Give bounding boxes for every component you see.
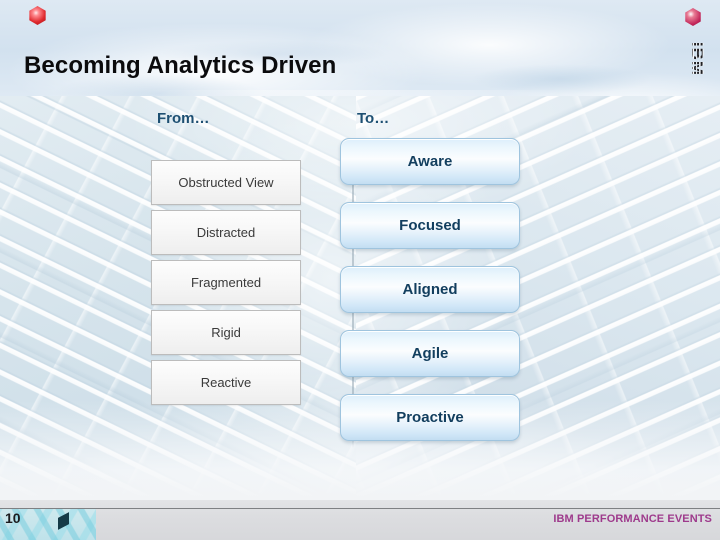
ibm-gem-icon bbox=[685, 8, 701, 26]
footer-divider bbox=[0, 508, 720, 509]
to-item-label: Aware bbox=[407, 153, 453, 170]
to-item-label: Focused bbox=[399, 217, 461, 234]
page-title: Becoming Analytics Driven bbox=[24, 52, 337, 79]
to-column: Aware Focused Aligned Agile Proactive bbox=[340, 138, 520, 458]
to-item-aware[interactable]: Aware bbox=[340, 138, 520, 185]
column-header-to: To… bbox=[357, 110, 390, 127]
from-item-label: Obstructed View bbox=[178, 175, 274, 190]
to-item-label: Aligned bbox=[402, 281, 458, 298]
from-item-rigid[interactable]: Rigid bbox=[151, 310, 301, 355]
ibm-logo: IBM bbox=[680, 8, 707, 76]
ibm-wordmark: IBM bbox=[688, 41, 708, 77]
from-item-distracted[interactable]: Distracted bbox=[151, 210, 301, 255]
from-item-reactive[interactable]: Reactive bbox=[151, 360, 301, 405]
to-item-aligned[interactable]: Aligned bbox=[340, 266, 520, 313]
dark-chip-shape bbox=[58, 512, 69, 530]
slide-canvas: IBM Becoming Analytics Driven From… To… … bbox=[0, 0, 720, 540]
from-item-label: Distracted bbox=[196, 225, 256, 240]
to-item-agile[interactable]: Agile bbox=[340, 330, 520, 377]
from-item-obstructed-view[interactable]: Obstructed View bbox=[151, 160, 301, 205]
to-column-items: Aware Focused Aligned Agile Proactive bbox=[340, 138, 520, 441]
to-item-focused[interactable]: Focused bbox=[340, 202, 520, 249]
from-item-label: Rigid bbox=[211, 325, 241, 340]
to-item-proactive[interactable]: Proactive bbox=[340, 394, 520, 441]
to-item-label: Agile bbox=[411, 345, 449, 362]
from-item-label: Reactive bbox=[200, 375, 252, 390]
footer-brand: IBM PERFORMANCE EVENTS bbox=[553, 513, 712, 525]
page-number: 10 bbox=[5, 510, 21, 526]
from-item-fragmented[interactable]: Fragmented bbox=[151, 260, 301, 305]
column-header-from: From… bbox=[157, 110, 210, 127]
from-item-label: Fragmented bbox=[190, 275, 262, 290]
to-item-label: Proactive bbox=[396, 409, 464, 426]
from-column: Obstructed View Distracted Fragmented Ri… bbox=[151, 160, 301, 410]
